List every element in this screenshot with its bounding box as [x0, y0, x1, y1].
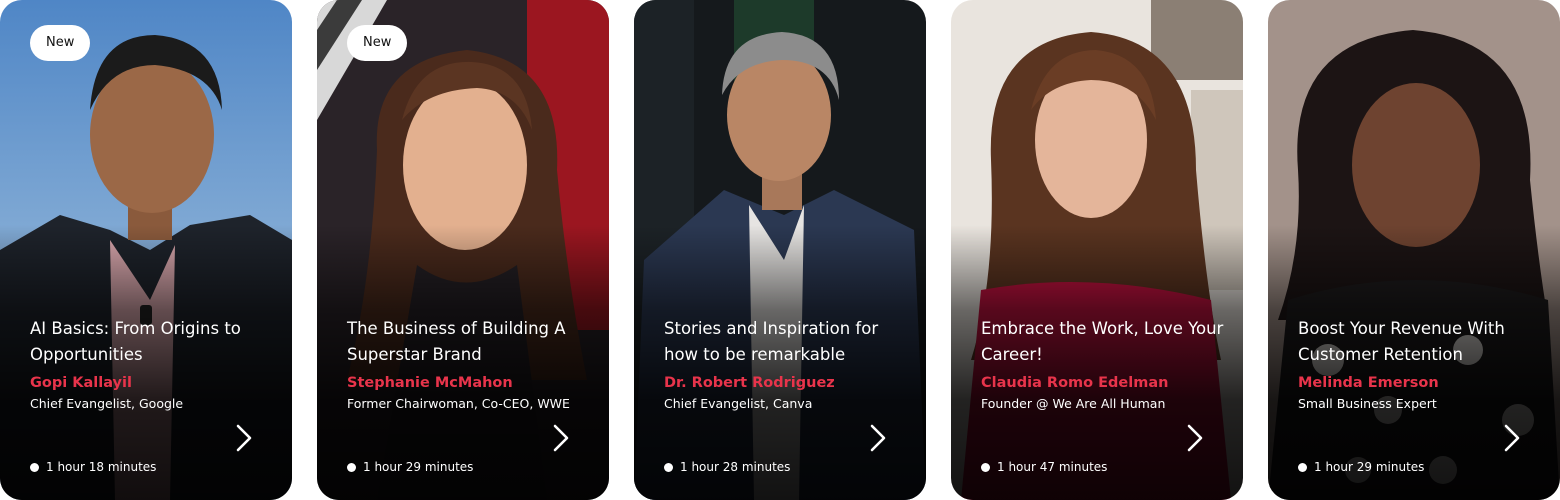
dot-icon	[30, 462, 39, 472]
card-title[interactable]: Boost Your Revenue With Customer Retenti…	[1298, 316, 1548, 368]
speaker-role: Small Business Expert	[1298, 396, 1437, 411]
duration-label: 1 hour 29 minutes	[363, 460, 474, 474]
duration: 1 hour 18 minutes	[30, 458, 156, 476]
dot-icon	[981, 462, 990, 472]
duration-label: 1 hour 47 minutes	[997, 460, 1108, 474]
chevron-right-icon[interactable]	[864, 424, 890, 452]
duration-label: 1 hour 28 minutes	[680, 460, 791, 474]
speaker-role: Chief Evangelist, Google	[30, 396, 184, 411]
card-title[interactable]: AI Basics: From Origins to Opportunities	[30, 316, 280, 368]
duration: 1 hour 29 minutes	[1298, 458, 1424, 476]
speaker-name: Dr. Robert Rodriguez	[664, 375, 835, 391]
duration-label: 1 hour 18 minutes	[46, 460, 157, 474]
chevron-right-icon[interactable]	[1181, 424, 1207, 452]
new-badge: New	[347, 25, 408, 61]
speaker-role: Founder @ We Are All Human	[981, 396, 1166, 411]
dot-icon	[347, 462, 356, 472]
speaker-card-robert-rodriguez[interactable]: Stories and Inspiration for how to be re…	[634, 0, 926, 500]
duration-label: 1 hour 29 minutes	[1314, 460, 1425, 474]
card-title[interactable]: The Business of Building A Superstar Bra…	[347, 316, 597, 368]
chevron-right-icon[interactable]	[230, 424, 256, 452]
speaker-card-gopi-kallayil[interactable]: New AI Basics: From Origins to Opportuni…	[0, 0, 292, 500]
speaker-card-claudia-romo-edelman[interactable]: Embrace the Work, Love Your Career! Clau…	[951, 0, 1243, 500]
speaker-name: Gopi Kallayil	[30, 375, 132, 391]
dot-icon	[1298, 462, 1307, 472]
speaker-card-carousel: New AI Basics: From Origins to Opportuni…	[0, 0, 1560, 500]
speaker-card-melinda-emerson[interactable]: Boost Your Revenue With Customer Retenti…	[1268, 0, 1560, 500]
speaker-name: Melinda Emerson	[1298, 375, 1439, 391]
speaker-role: Former Chairwoman, Co-CEO, WWE	[347, 396, 570, 411]
chevron-right-icon[interactable]	[1498, 424, 1524, 452]
new-badge: New	[30, 25, 91, 61]
dot-icon	[664, 462, 673, 472]
duration: 1 hour 28 minutes	[664, 458, 790, 476]
card-title[interactable]: Stories and Inspiration for how to be re…	[664, 316, 914, 368]
duration: 1 hour 29 minutes	[347, 458, 473, 476]
duration: 1 hour 47 minutes	[981, 458, 1107, 476]
speaker-name: Stephanie McMahon	[347, 375, 513, 391]
speaker-name: Claudia Romo Edelman	[981, 375, 1169, 391]
speaker-role: Chief Evangelist, Canva	[664, 396, 813, 411]
speaker-card-stephanie-mcmahon[interactable]: New The Business of Building A Superstar…	[317, 0, 609, 500]
card-title[interactable]: Embrace the Work, Love Your Career!	[981, 316, 1231, 368]
chevron-right-icon[interactable]	[547, 424, 573, 452]
